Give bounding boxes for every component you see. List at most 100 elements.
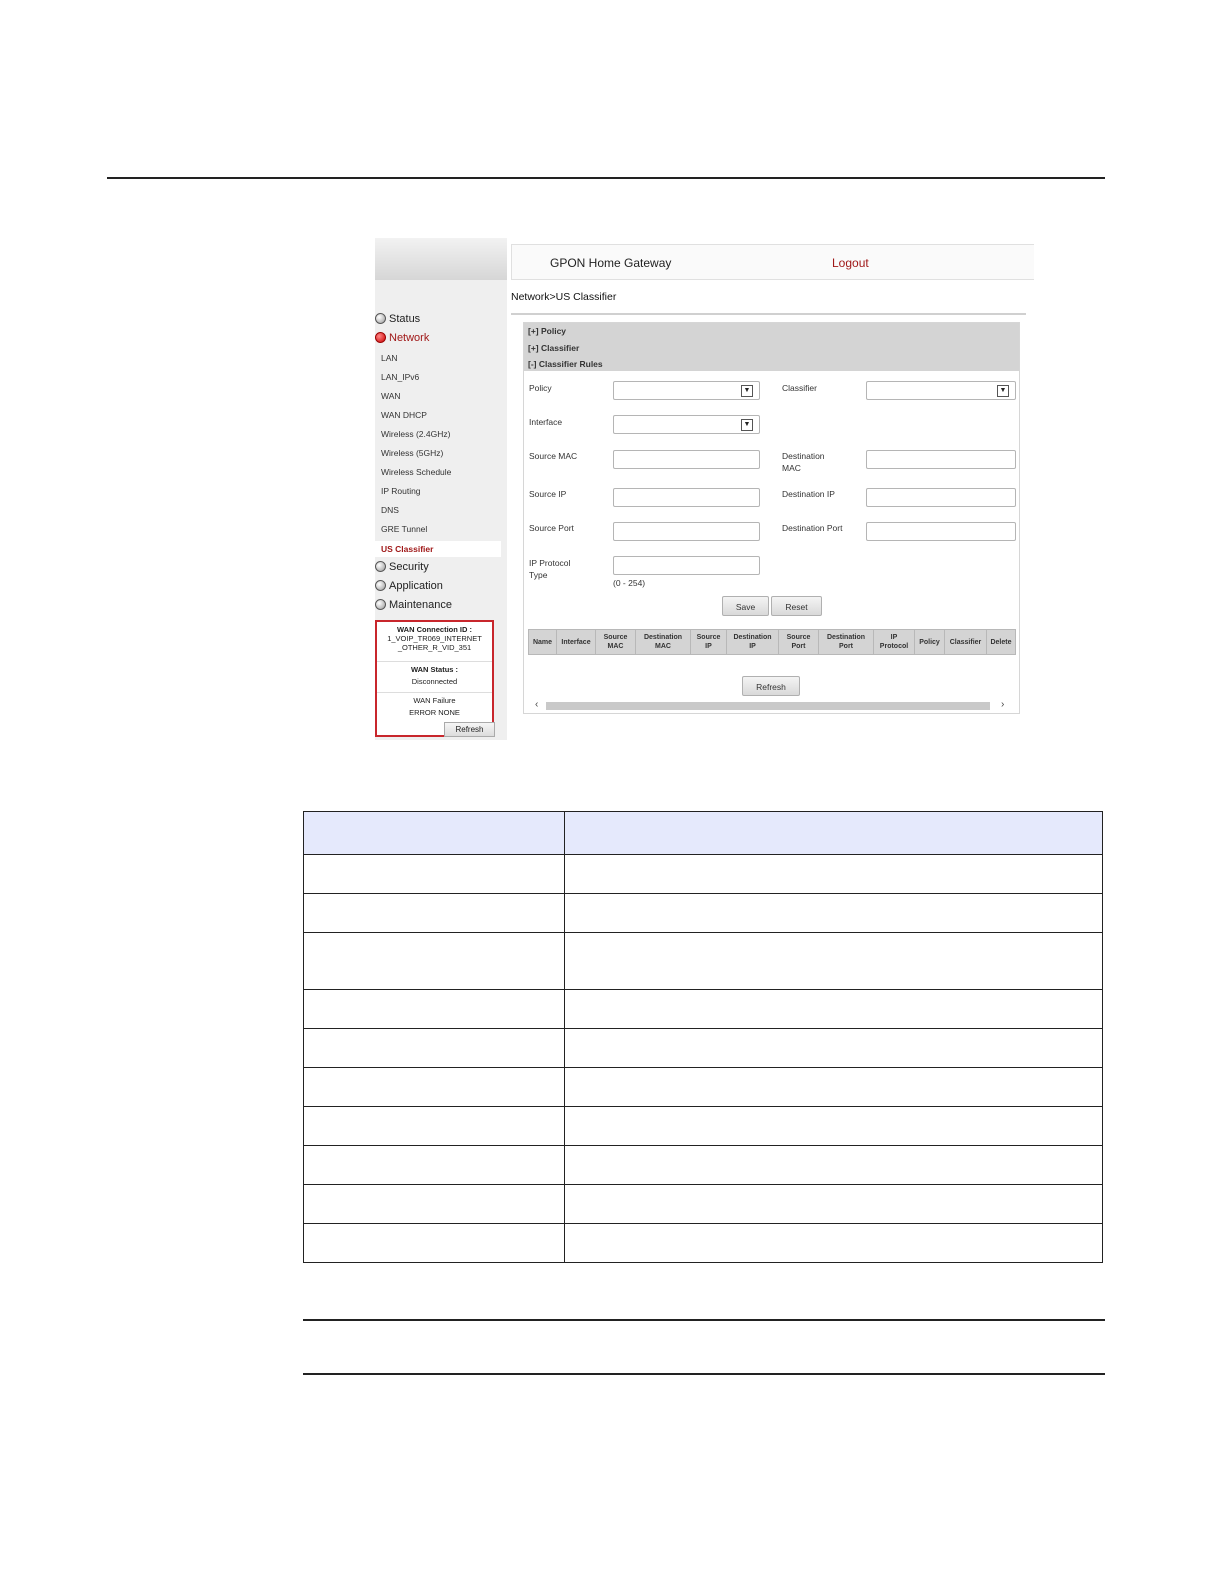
- policy-select[interactable]: ▼: [613, 381, 760, 400]
- source-mac-input[interactable]: [613, 450, 760, 469]
- section-classifier-rules-toggle[interactable]: [-] Classifier Rules: [528, 359, 603, 369]
- screenshot: Status Network LAN LAN_IPv6 WAN WAN DHCP…: [375, 238, 1034, 740]
- table-cell: [303, 893, 565, 933]
- scroll-right-icon[interactable]: ›: [1001, 699, 1004, 711]
- table-cell: [303, 1223, 565, 1263]
- wan-connection-id: 1_VOIP_TR069_INTERNET: [387, 634, 482, 643]
- table-cell: [564, 989, 1103, 1029]
- destination-ip-input[interactable]: [866, 488, 1016, 507]
- col-label: Source: [603, 634, 628, 641]
- col-label: IP: [890, 634, 898, 641]
- app-header: GPON Home Gateway Logout: [511, 244, 1034, 280]
- expand-bullet-icon: [375, 331, 386, 343]
- scroll-left-icon[interactable]: ‹: [535, 699, 538, 711]
- col-label: Destination: [733, 634, 772, 641]
- col-label: Protocol: [879, 643, 909, 650]
- nav-maintenance[interactable]: Maintenance: [375, 598, 452, 611]
- col-classifier: Classifier: [945, 630, 987, 654]
- breadcrumb: Network>US Classifier: [511, 291, 617, 303]
- col-label: Name: [532, 638, 553, 646]
- expand-bullet-icon: [375, 312, 386, 324]
- wan-refresh-button[interactable]: Refresh: [444, 722, 495, 737]
- ip-protocol-input[interactable]: [613, 556, 760, 575]
- table-cell: [303, 1106, 565, 1146]
- breadcrumb-divider: [511, 313, 1026, 315]
- nav-network[interactable]: Network: [375, 331, 429, 344]
- nav-security[interactable]: Security: [375, 560, 429, 573]
- table-row: [303, 1106, 1103, 1146]
- logout-link[interactable]: Logout: [832, 256, 869, 270]
- interface-select[interactable]: ▼: [613, 415, 760, 434]
- nav-wireless-schedule[interactable]: Wireless Schedule: [381, 467, 451, 477]
- section-policy-toggle[interactable]: [+] Policy: [528, 326, 566, 336]
- destination-ip-label: Destination IP: [782, 489, 835, 499]
- ip-protocol-label-2: Type: [529, 570, 548, 580]
- interface-label: Interface: [529, 417, 563, 427]
- source-ip-label: Source IP: [529, 489, 567, 499]
- table-row: [303, 854, 1103, 894]
- col-source-port: Source Port: [779, 630, 819, 654]
- save-button[interactable]: Save: [722, 596, 769, 616]
- col-label: Port: [791, 643, 806, 650]
- col-label: Port: [839, 643, 853, 650]
- nav-wan-dhcp[interactable]: WAN DHCP: [381, 410, 427, 420]
- rules-table-header: Name Interface Source MAC Destination MAC …: [528, 629, 1016, 655]
- source-ip-input[interactable]: [613, 488, 760, 507]
- note-rule-top: [303, 1319, 1105, 1321]
- nav-dns[interactable]: DNS: [381, 505, 399, 515]
- table-cell: [564, 1184, 1103, 1224]
- section-classifier-toggle[interactable]: [+] Classifier: [528, 343, 579, 353]
- nav-application[interactable]: Application: [375, 579, 443, 592]
- col-label: Destination: [826, 634, 866, 641]
- destination-mac-input[interactable]: [866, 450, 1016, 469]
- reset-button[interactable]: Reset: [771, 596, 822, 616]
- table-row: [303, 1028, 1103, 1068]
- source-port-input[interactable]: [613, 522, 760, 541]
- table-row: [303, 1145, 1103, 1185]
- scroll-thumb[interactable]: [546, 702, 990, 710]
- table-header-cell: [564, 811, 1103, 855]
- table-row: [303, 1184, 1103, 1224]
- table-cell: [564, 1067, 1103, 1107]
- source-mac-label: Source MAC: [529, 451, 578, 461]
- destination-port-label: Destination Port: [782, 523, 843, 533]
- col-label: MAC: [655, 643, 671, 650]
- table-cell: [303, 1184, 565, 1224]
- table-header-row: [303, 811, 1103, 855]
- nav-lan[interactable]: LAN: [381, 353, 398, 363]
- nav-lan-ipv6[interactable]: LAN_IPv6: [381, 372, 419, 382]
- rules-refresh-button[interactable]: Refresh: [742, 676, 800, 696]
- app-title: GPON Home Gateway: [550, 256, 672, 270]
- destination-mac-label-1: Destination: [782, 451, 825, 461]
- col-label: Policy: [919, 638, 940, 646]
- col-destination-ip: Destination IP: [727, 630, 779, 654]
- nav-us-classifier[interactable]: US Classifier: [375, 541, 501, 557]
- col-label: Destination: [643, 634, 683, 641]
- destination-mac-label: Destination MAC: [782, 450, 825, 474]
- nav-status[interactable]: Status: [375, 312, 420, 325]
- wan-connection-section: WAN Connection ID : 1_VOIP_TR069_INTERNE…: [377, 625, 492, 662]
- nav-wan[interactable]: WAN: [381, 391, 401, 401]
- table-cell: [564, 1145, 1103, 1185]
- nav-wireless-5[interactable]: Wireless (5GHz): [381, 448, 443, 458]
- destination-port-input[interactable]: [866, 522, 1016, 541]
- horizontal-scrollbar[interactable]: ‹ ›: [524, 699, 1019, 712]
- top-rule: [107, 177, 1105, 179]
- nav-gre-tunnel[interactable]: GRE Tunnel: [381, 524, 427, 534]
- nav-security-label: Security: [389, 561, 429, 573]
- col-label: MAC: [607, 643, 624, 650]
- col-policy: Policy: [915, 630, 945, 654]
- nav-wireless-24[interactable]: Wireless (2.4GHz): [381, 429, 450, 439]
- col-label: Interface: [561, 638, 591, 646]
- col-source-ip: Source IP: [691, 630, 727, 654]
- col-interface: Interface: [557, 630, 596, 654]
- chevron-down-icon: ▼: [741, 419, 753, 431]
- col-name: Name: [529, 630, 557, 654]
- note-rule-bottom: [303, 1373, 1105, 1375]
- classifier-select[interactable]: ▼: [866, 381, 1016, 400]
- table-cell: [303, 989, 565, 1029]
- chevron-down-icon: ▼: [997, 385, 1009, 397]
- nav-ip-routing[interactable]: IP Routing: [381, 486, 421, 496]
- destination-mac-label-2: MAC: [782, 463, 801, 473]
- col-label: Source: [696, 634, 721, 641]
